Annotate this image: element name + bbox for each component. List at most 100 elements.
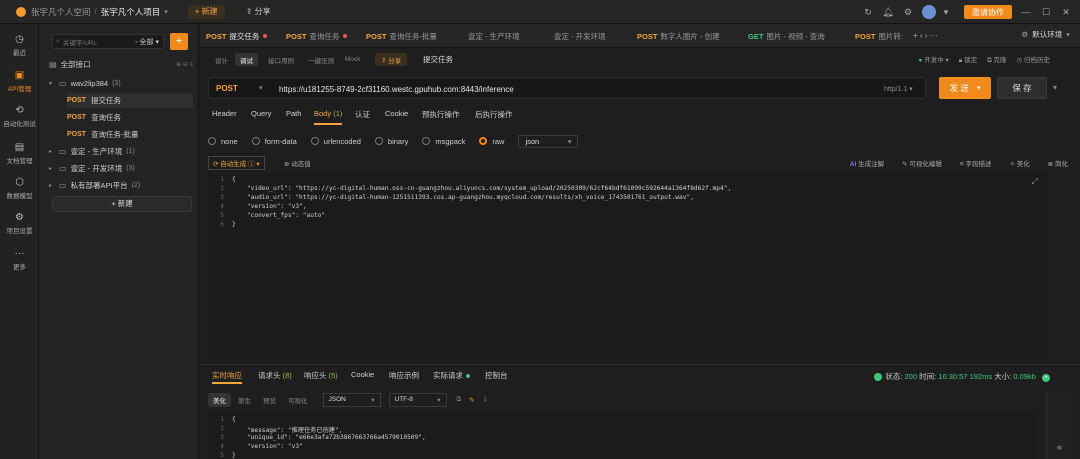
tree-actions-icon[interactable]: ⊕ ⊖ ≡ — [176, 61, 193, 68]
tab-nav-icon[interactable]: + ‹ › ··· — [913, 31, 938, 40]
history-button[interactable]: ◷ 归档历史 — [1017, 54, 1050, 65]
tab-resp-cookie[interactable]: Cookie — [351, 370, 374, 384]
radio-binary[interactable]: binary — [374, 137, 408, 146]
chevron-down-icon[interactable]: ▾ — [164, 8, 168, 16]
radio-form-data[interactable]: form-data — [251, 137, 297, 146]
resp-visual[interactable]: 可视化 — [283, 393, 313, 407]
tab-auth[interactable]: 认证 — [355, 109, 370, 125]
gear-icon[interactable]: ⚙ — [902, 7, 914, 18]
avatar[interactable] — [922, 5, 936, 19]
tab-live-response[interactable]: 实时响应 — [212, 370, 242, 384]
chevron-down-icon[interactable]: ▾ — [977, 84, 981, 92]
lock-button[interactable]: 🔒︎ 锁定 — [959, 54, 977, 65]
tab-console[interactable]: 控制台 — [485, 370, 508, 384]
tab[interactable]: POST 查询任务-批量 — [366, 24, 437, 48]
tab[interactable]: 壹定 - 生产环境 — [468, 24, 520, 48]
invite-button[interactable]: 邀请协作 — [964, 5, 1012, 19]
new-button[interactable]: + 新建 — [187, 4, 225, 19]
nav-automation[interactable]: ⟲ 自动化测试 — [0, 105, 39, 128]
copy-icon[interactable]: ⧉ — [457, 396, 462, 404]
share-button[interactable]: ⇪ 分享 — [375, 53, 408, 66]
expand-icon[interactable]: ⤢ — [1032, 177, 1038, 187]
method-select[interactable]: POST — [216, 84, 238, 93]
tree-item[interactable]: POST 查询任务-批量 — [67, 127, 193, 142]
collapse-panel-button[interactable]: « — [1046, 392, 1072, 459]
url-input[interactable]: https://u181255-8749-2cf31160.westc.gpuh… — [279, 85, 514, 94]
tab-body[interactable]: Body (1) — [314, 109, 343, 125]
radio-urlencoded[interactable]: urlencoded — [310, 137, 361, 146]
tab-design[interactable]: 设计 — [210, 53, 233, 66]
nav-docs[interactable]: ▤ 文档管理 — [0, 142, 39, 165]
tab-actual-request[interactable]: 实际请求 — [433, 370, 470, 384]
tab[interactable]: POST 提交任务 — [206, 24, 268, 48]
body-format-select[interactable]: json ▾ — [518, 134, 579, 148]
tab-resp-headers[interactable]: 响应头 (5) — [304, 370, 338, 384]
tree-folder[interactable]: ▾ ▭ wav2lip384 (3) — [49, 76, 193, 91]
maximize-icon[interactable]: ☐ — [1040, 7, 1052, 18]
body-editor[interactable]: 1{ 2 "video_url": "https://yc-digital-hu… — [208, 174, 1048, 359]
http-version-select[interactable]: http/1.1 ▾ — [884, 85, 913, 93]
bell-icon[interactable]: 🔔︎ — [882, 7, 894, 18]
field-desc-button[interactable]: ≡ 字段描述 — [960, 158, 992, 168]
sidebar-new-button[interactable]: + 新建 — [52, 196, 192, 212]
compress-button[interactable]: ≣ 简化 — [1048, 158, 1068, 168]
dev-status[interactable]: ● 开发中 ▾ — [918, 54, 948, 65]
resp-raw[interactable]: 原生 — [233, 393, 256, 407]
tab-path[interactable]: Path — [286, 109, 301, 125]
add-icon[interactable]: + — [1042, 374, 1050, 382]
resp-format-select[interactable]: JSON ▾ — [322, 393, 381, 407]
tree-root[interactable]: ▤ 全部接口 ⊕ ⊖ ≡ — [49, 57, 193, 72]
radio-raw[interactable]: raw — [479, 137, 504, 146]
filter-select[interactable]: ◦ 全部 ▾ — [135, 37, 159, 47]
response-editor[interactable]: 1{ 2 "message": "推理任务已创建", 3 "unique_id"… — [208, 414, 1038, 459]
tab-resp-example[interactable]: 响应示例 — [389, 370, 419, 384]
tab-mock[interactable]: Mock — [340, 53, 366, 66]
nav-settings[interactable]: ⚙ 项目设置 — [0, 212, 39, 235]
chevron-down-icon[interactable]: ▾ — [259, 84, 263, 92]
tab-req-headers[interactable]: 请求头 (8) — [258, 370, 292, 384]
tree-item[interactable]: POST 查询任务 — [67, 110, 193, 125]
project-name[interactable]: 张宇凡个人项目 — [101, 6, 161, 18]
tab-stress[interactable]: 一键压测 — [303, 53, 339, 66]
nav-more[interactable]: ··· 更多 — [0, 248, 39, 271]
tab[interactable]: 壹定 - 开发环境 — [554, 24, 606, 48]
tab[interactable]: POST 查询任务 — [286, 24, 348, 48]
nav-api[interactable]: ▣ API管理 — [0, 70, 39, 93]
refresh-icon[interactable]: ↻ — [862, 7, 874, 18]
resp-beautify[interactable]: 美化 — [208, 393, 231, 407]
tab-debug[interactable]: 调试 — [235, 53, 258, 66]
tree-item[interactable]: POST 提交任务 — [67, 93, 193, 108]
autogen-button[interactable]: ⟳ 自动生成 ⓘ ▾ — [208, 156, 265, 170]
environment-select[interactable]: ⚙ 默认环境 ▾ — [1022, 29, 1071, 40]
beautify-button[interactable]: ✧ 美化 — [1009, 158, 1029, 168]
minimize-icon[interactable]: — — [1020, 7, 1032, 17]
add-button[interactable]: + — [170, 33, 188, 50]
tab-header[interactable]: Header — [212, 109, 237, 125]
tree-folder[interactable]: ▸ ▭ 私有部署API平台 (2) — [49, 178, 193, 193]
ai-button[interactable]: AI 生成注解 — [850, 158, 884, 168]
tab-cookie[interactable]: Cookie — [385, 109, 408, 125]
resp-encoding-select[interactable]: UTF-8 ▾ — [388, 393, 447, 407]
workspace-name[interactable]: 张宇凡个人空间 — [31, 6, 91, 18]
download-icon[interactable]: ⇩ — [483, 396, 488, 404]
visual-edit-button[interactable]: ✎ 可视化编辑 — [902, 158, 942, 168]
clone-button[interactable]: ⧉ 克隆 — [987, 54, 1006, 65]
nav-recent[interactable]: ◷ 最近 — [0, 34, 39, 57]
search-input[interactable]: ⌕ 关键字/URL ◦ 全部 ▾ — [52, 34, 164, 49]
tab[interactable]: POST 图片转: — [855, 24, 903, 48]
chevron-down-icon[interactable]: ▾ — [1053, 83, 1057, 92]
tab[interactable]: POST 数字人图片 - 创建 — [637, 24, 720, 48]
save-button[interactable]: 保 存 — [997, 77, 1047, 99]
close-icon[interactable]: ✕ — [1060, 7, 1072, 18]
tab-case[interactable]: 接口用例 — [263, 53, 299, 66]
tab[interactable]: GET 图片 - 视频 - 查询 — [748, 24, 825, 48]
nav-data-model[interactable]: ⬡ 数据模型 — [0, 177, 39, 200]
dynamic-value-button[interactable]: ⊕ 动态值 — [284, 158, 311, 168]
tab-query[interactable]: Query — [251, 109, 271, 125]
share-button[interactable]: ⇪ 分享 — [239, 5, 278, 19]
tab-post[interactable]: 后执行操作 — [475, 109, 513, 125]
resp-preview[interactable]: 预览 — [258, 393, 281, 407]
tree-folder[interactable]: ▸ ▭ 壹定 - 生产环境 (1) — [49, 144, 193, 159]
tab-pre[interactable]: 预执行操作 — [422, 109, 460, 125]
chevron-down-icon[interactable]: ▾ — [940, 7, 952, 18]
